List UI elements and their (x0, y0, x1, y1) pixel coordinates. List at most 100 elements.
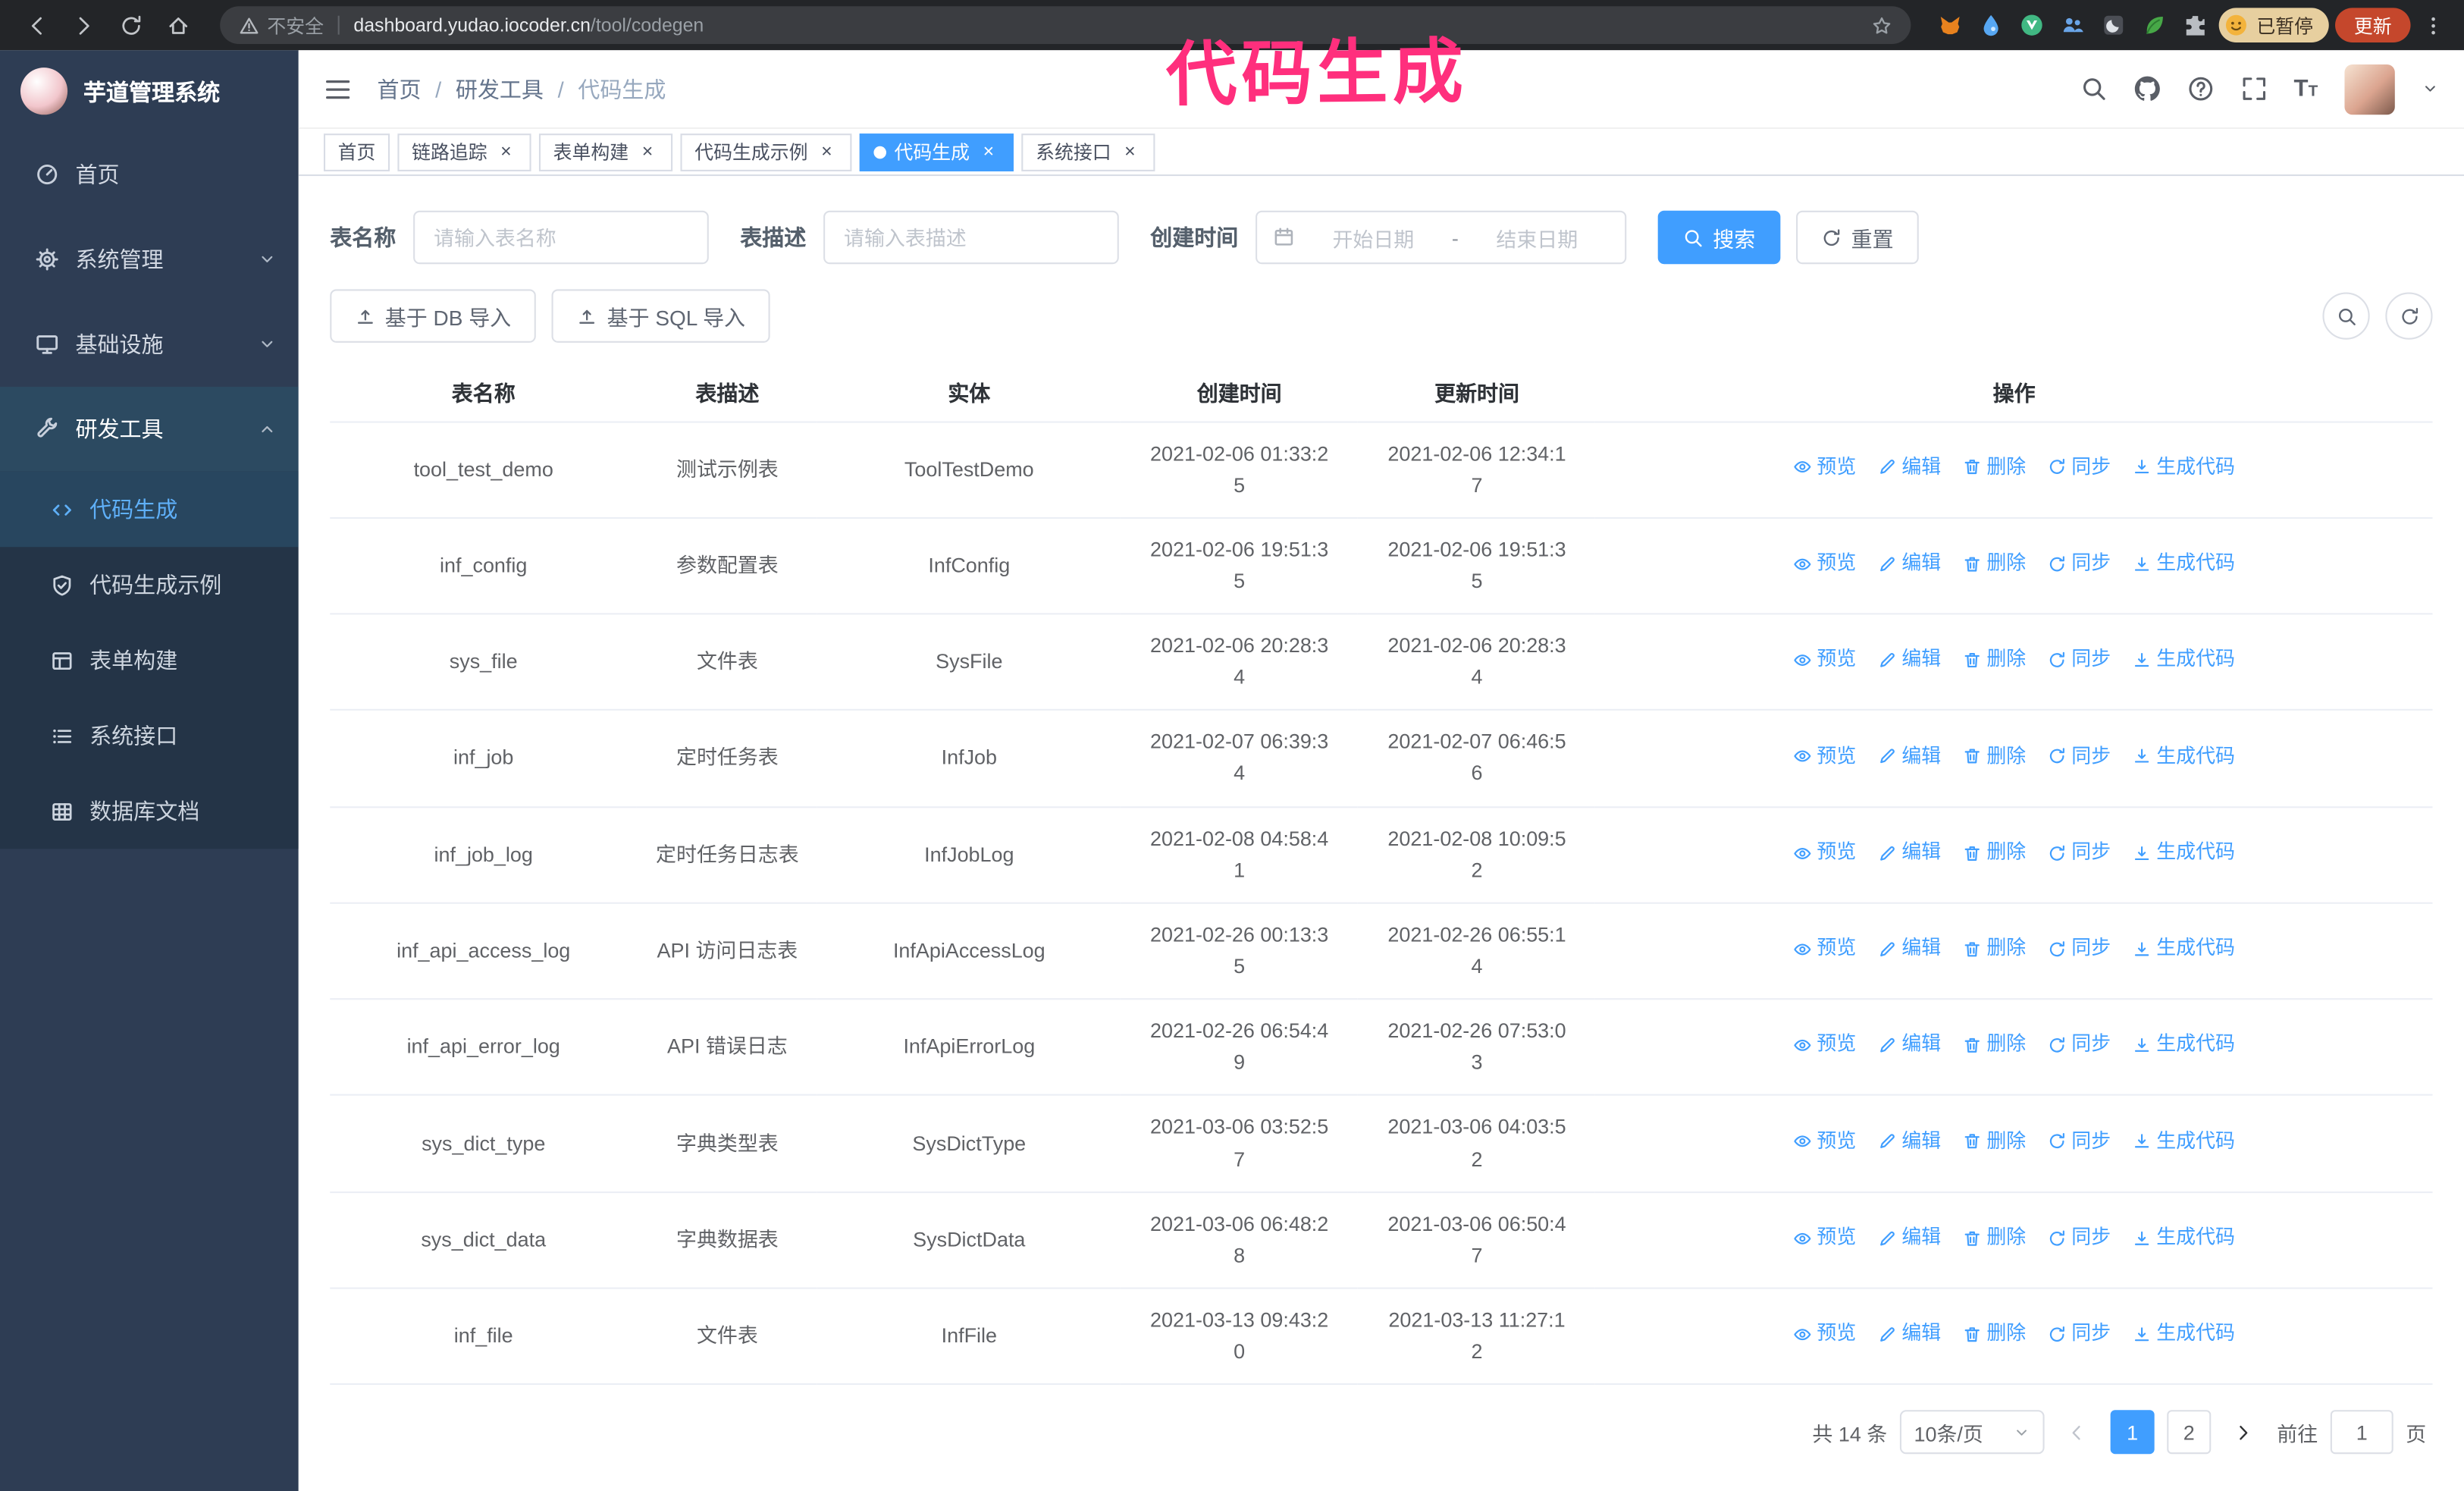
sidebar-item-devtools[interactable]: 研发工具 (0, 386, 299, 472)
delete-link[interactable]: 删除 (1963, 1320, 2026, 1350)
tag-tab[interactable]: 代码生成 × (859, 133, 1014, 171)
sidebar-item-infrastructure[interactable]: 基础设施 (0, 302, 299, 387)
sync-link[interactable]: 同步 (2048, 645, 2111, 675)
table-name-input[interactable] (413, 210, 709, 265)
edit-link[interactable]: 编辑 (1878, 1223, 1941, 1253)
app-logo[interactable]: 芋道管理系统 (0, 50, 299, 132)
close-icon[interactable]: × (495, 141, 517, 163)
edit-link[interactable]: 编辑 (1878, 934, 1941, 964)
preview-link[interactable]: 预览 (1793, 741, 1856, 771)
sync-link[interactable]: 同步 (2048, 1320, 2111, 1350)
refresh-table-button[interactable] (2385, 292, 2433, 340)
page-button-2[interactable]: 2 (2167, 1410, 2212, 1455)
tag-tab[interactable]: 首页 (323, 133, 390, 171)
close-icon[interactable]: × (816, 141, 838, 163)
generate-code-link[interactable]: 生成代码 (2133, 1030, 2235, 1060)
extension-leaf-icon[interactable] (2137, 8, 2172, 42)
sync-link[interactable]: 同步 (2048, 1126, 2111, 1157)
preview-link[interactable]: 预览 (1793, 452, 1856, 482)
delete-link[interactable]: 删除 (1963, 741, 2026, 771)
edit-link[interactable]: 编辑 (1878, 548, 1941, 579)
extension-people-icon[interactable] (2055, 8, 2090, 42)
sync-link[interactable]: 同步 (2048, 452, 2111, 482)
bookmark-star-icon[interactable] (1872, 15, 1892, 36)
edit-link[interactable]: 编辑 (1878, 1320, 1941, 1350)
generate-code-link[interactable]: 生成代码 (2133, 837, 2235, 868)
sync-link[interactable]: 同步 (2048, 934, 2111, 964)
preview-link[interactable]: 预览 (1793, 1030, 1856, 1060)
preview-link[interactable]: 预览 (1793, 1320, 1856, 1350)
generate-code-link[interactable]: 生成代码 (2133, 1126, 2235, 1157)
profile-paused-chip[interactable]: 已暂停 (2218, 8, 2329, 42)
preview-link[interactable]: 预览 (1793, 645, 1856, 675)
browser-menu-button[interactable] (2417, 14, 2448, 37)
generate-code-link[interactable]: 生成代码 (2133, 548, 2235, 579)
search-icon[interactable] (2080, 75, 2107, 102)
edit-link[interactable]: 编辑 (1878, 837, 1941, 868)
preview-link[interactable]: 预览 (1793, 1126, 1856, 1157)
generate-code-link[interactable]: 生成代码 (2133, 1320, 2235, 1350)
page-size-select[interactable]: 10条/页 (1899, 1410, 2045, 1455)
browser-home-button[interactable] (157, 6, 198, 44)
generate-code-link[interactable]: 生成代码 (2133, 452, 2235, 482)
github-icon[interactable] (2133, 75, 2160, 102)
extension-vue-devtools-icon[interactable] (2014, 8, 2049, 42)
sync-link[interactable]: 同步 (2048, 1030, 2111, 1060)
close-icon[interactable]: × (1119, 141, 1141, 163)
browser-back-button[interactable] (16, 6, 57, 44)
font-size-icon[interactable]: TT (2294, 77, 2318, 101)
sidebar-toggle-button[interactable] (324, 74, 352, 102)
edit-link[interactable]: 编辑 (1878, 741, 1941, 771)
goto-page-input[interactable] (2330, 1410, 2393, 1455)
extension-drop-icon[interactable] (1973, 8, 2008, 42)
sidebar-item-codegen[interactable]: 代码生成 (0, 471, 299, 548)
fullscreen-icon[interactable] (2240, 75, 2267, 102)
tag-tab[interactable]: 表单构建 × (539, 133, 673, 171)
delete-link[interactable]: 删除 (1963, 452, 2026, 482)
page-button-1[interactable]: 1 (2110, 1410, 2155, 1455)
preview-link[interactable]: 预览 (1793, 837, 1856, 868)
import-db-button[interactable]: 基于 DB 导入 (330, 289, 537, 343)
generate-code-link[interactable]: 生成代码 (2133, 1223, 2235, 1253)
prev-page-button[interactable] (2057, 1411, 2098, 1455)
sync-link[interactable]: 同步 (2048, 837, 2111, 868)
sync-link[interactable]: 同步 (2048, 548, 2111, 579)
sidebar-item-system-api[interactable]: 系统接口 (0, 698, 299, 773)
tag-tab[interactable]: 链路追踪 × (397, 133, 531, 171)
delete-link[interactable]: 删除 (1963, 645, 2026, 675)
delete-link[interactable]: 删除 (1963, 1223, 2026, 1253)
close-icon[interactable]: × (977, 141, 999, 163)
help-icon[interactable] (2187, 75, 2214, 102)
date-range-picker[interactable]: 开始日期 - 结束日期 (1256, 210, 1627, 265)
sidebar-item-form-builder[interactable]: 表单构建 (0, 623, 299, 698)
delete-link[interactable]: 删除 (1963, 837, 2026, 868)
delete-link[interactable]: 删除 (1963, 548, 2026, 579)
edit-link[interactable]: 编辑 (1878, 1030, 1941, 1060)
preview-link[interactable]: 预览 (1793, 548, 1856, 579)
delete-link[interactable]: 删除 (1963, 1126, 2026, 1157)
edit-link[interactable]: 编辑 (1878, 452, 1941, 482)
edit-link[interactable]: 编辑 (1878, 1126, 1941, 1157)
delete-link[interactable]: 删除 (1963, 934, 2026, 964)
sidebar-item-home[interactable]: 首页 (0, 132, 299, 217)
sync-link[interactable]: 同步 (2048, 741, 2111, 771)
generate-code-link[interactable]: 生成代码 (2133, 741, 2235, 771)
search-button[interactable]: 搜索 (1657, 210, 1781, 265)
tag-tab[interactable]: 系统接口 × (1021, 133, 1155, 171)
edit-link[interactable]: 编辑 (1878, 645, 1941, 675)
next-page-button[interactable] (2224, 1411, 2265, 1455)
breadcrumb-home[interactable]: 首页 (377, 73, 421, 104)
delete-link[interactable]: 删除 (1963, 1030, 2026, 1060)
sidebar-item-codegen-example[interactable]: 代码生成示例 (0, 547, 299, 622)
sidebar-item-system-management[interactable]: 系统管理 (0, 217, 299, 302)
tag-tab[interactable]: 代码生成示例 × (680, 133, 852, 171)
extensions-puzzle-icon[interactable] (2178, 8, 2213, 42)
browser-forward-button[interactable] (63, 6, 104, 44)
browser-update-button[interactable]: 更新 (2334, 8, 2411, 42)
generate-code-link[interactable]: 生成代码 (2133, 645, 2235, 675)
generate-code-link[interactable]: 生成代码 (2133, 934, 2235, 964)
import-sql-button[interactable]: 基于 SQL 导入 (552, 289, 771, 343)
extension-fox-icon[interactable] (1933, 8, 1967, 42)
user-avatar[interactable] (2344, 63, 2395, 115)
extension-dark-icon[interactable] (2096, 8, 2131, 42)
